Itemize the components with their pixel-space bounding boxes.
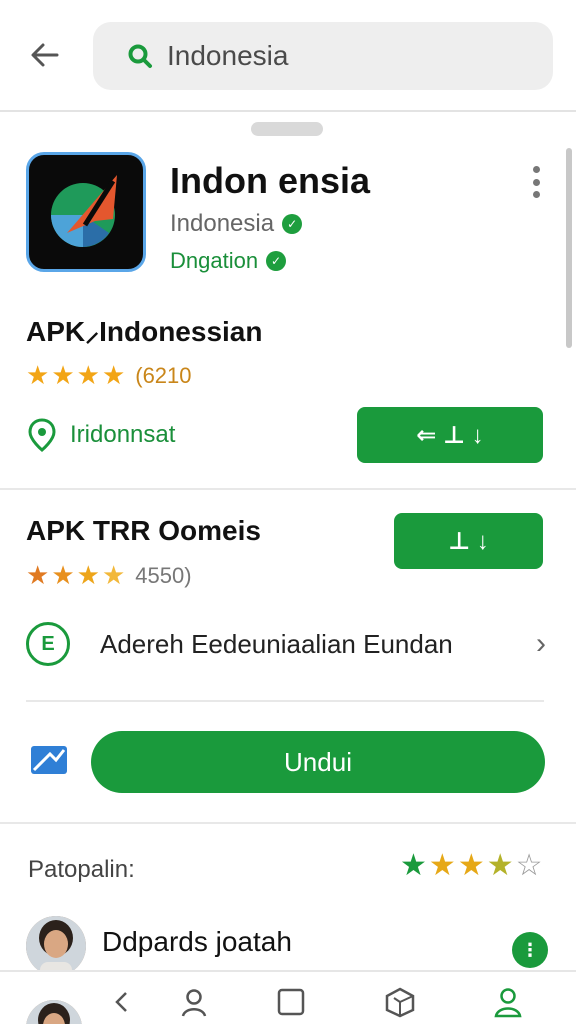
dot (532, 178, 540, 186)
developer-name: Indonesia (170, 210, 275, 237)
avatar[interactable] (26, 1000, 82, 1024)
dot (532, 191, 540, 198)
location-pin-icon (28, 418, 56, 452)
app-title: Indon ensia (170, 160, 371, 201)
avatar[interactable] (26, 916, 86, 976)
person-icon[interactable] (176, 984, 212, 1020)
info-link-row[interactable]: E Adereh Eedeuniaalian Eundan › (26, 618, 546, 670)
download-button-label: Undui (284, 746, 352, 777)
divider (26, 700, 544, 702)
star-icon: ★ (76, 560, 100, 590)
dot (532, 166, 540, 173)
location-row[interactable]: Iridonnsat (28, 418, 175, 452)
star-icon: ★ (400, 849, 427, 882)
more-options-button[interactable] (522, 162, 550, 202)
category-name: Dngation (170, 248, 259, 273)
square-icon[interactable] (273, 984, 309, 1020)
star-icon: ★ (101, 360, 126, 390)
divider (0, 488, 576, 490)
listing-title-2: APK TRR Oomeis (26, 515, 261, 546)
reviews-label: Patopalin: (28, 856, 135, 883)
verified-icon: ✓ (266, 251, 287, 271)
rating-count-1: (6210 (135, 362, 192, 388)
install-button-label: ⊥ ↓ (448, 527, 489, 555)
download-button[interactable]: Undui (91, 731, 545, 793)
rating-stars-1: ★ ★ ★ ★ (6210 (26, 360, 192, 391)
profile-icon[interactable] (490, 984, 526, 1020)
install-button-2[interactable]: ⊥ ↓ (394, 513, 543, 569)
app-category[interactable]: Dngation ✓ (170, 248, 287, 274)
sheet-drag-handle[interactable] (251, 122, 323, 136)
chevron-right-icon: › (536, 627, 546, 660)
mail-icon[interactable] (30, 745, 68, 775)
reviewer-name: Ddpards joatah (102, 926, 292, 957)
review-rating-stars[interactable]: ★ ★ ★ ★ ☆ (400, 848, 543, 883)
rating-stars-2: ★ ★ ★ ★ 4550) (26, 560, 192, 591)
star-icon: ★ (457, 849, 485, 882)
star-outline-icon: ☆ (515, 849, 543, 882)
verified-icon: ✓ (282, 214, 303, 234)
search-input[interactable]: Indonesia (93, 22, 553, 90)
back-arrow-icon (31, 43, 59, 67)
install-button-label: ⇐ ⊥ ↓ (416, 421, 484, 449)
star-icon: ★ (51, 360, 75, 390)
star-icon: ★ (101, 560, 126, 590)
review-more-icon[interactable]: ⋮ (512, 932, 548, 968)
rating-count-2: 4550) (135, 562, 192, 588)
app-icon (26, 152, 146, 272)
listing-title-1: APK⸝Indonessian (26, 316, 263, 347)
install-button-1[interactable]: ⇐ ⊥ ↓ (357, 407, 543, 463)
back-button[interactable] (22, 32, 68, 78)
bottom-navigation (0, 970, 576, 1024)
star-icon: ★ (428, 849, 456, 882)
location-text: Iridonnsat (70, 421, 176, 448)
box-icon[interactable] (382, 984, 418, 1020)
info-circle-icon: E (26, 622, 70, 666)
star-icon: ★ (76, 360, 100, 390)
top-bar: Indonesia (0, 0, 576, 112)
divider (0, 822, 576, 824)
scrollbar[interactable] (566, 148, 572, 348)
info-link-text: Adereh Eedeuniaalian Eundan (100, 628, 453, 659)
nav-back-icon[interactable] (104, 984, 140, 1020)
app-developer[interactable]: Indonesia ✓ (170, 210, 303, 238)
star-icon: ★ (26, 360, 50, 390)
star-icon: ★ (26, 560, 50, 590)
star-icon: ★ (486, 849, 514, 882)
star-icon: ★ (51, 560, 75, 590)
search-query: Indonesia (167, 40, 289, 71)
search-icon (128, 44, 152, 68)
